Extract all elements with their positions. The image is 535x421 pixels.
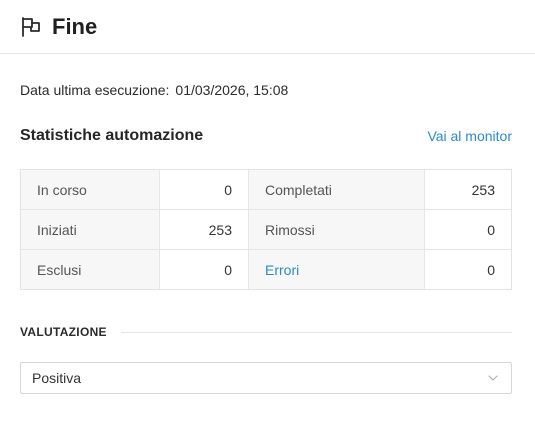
stats-section-header: Statistiche automazione Vai al monitor bbox=[20, 127, 512, 145]
stat-value-in-corso: 0 bbox=[159, 170, 249, 209]
stat-label-iniziati: Iniziati bbox=[21, 210, 159, 249]
stat-label-completati: Completati bbox=[249, 170, 424, 209]
stat-label-rimossi: Rimossi bbox=[249, 210, 424, 249]
stats-table: In corso 0 Completati 253 Iniziati 253 R… bbox=[20, 169, 512, 290]
evaluation-select[interactable]: Positiva bbox=[20, 362, 512, 394]
stat-value-esclusi: 0 bbox=[159, 250, 249, 289]
stat-value-errori: 0 bbox=[424, 250, 511, 289]
evaluation-label: VALUTAZIONE bbox=[20, 325, 107, 339]
stat-value-rimossi: 0 bbox=[424, 210, 511, 249]
stat-link-errori[interactable]: Errori bbox=[249, 250, 424, 289]
stats-row: In corso 0 Completati 253 bbox=[21, 170, 511, 210]
last-run-info: Data ultima esecuzione: 01/03/2026, 15:08 bbox=[20, 82, 288, 98]
page-header: Fine bbox=[0, 0, 535, 54]
stat-label-in-corso: In corso bbox=[21, 170, 159, 209]
last-run-label: Data ultima esecuzione: bbox=[20, 82, 170, 98]
stat-label-esclusi: Esclusi bbox=[21, 250, 159, 289]
flag-icon bbox=[20, 16, 42, 38]
stats-row: Iniziati 253 Rimossi 0 bbox=[21, 210, 511, 250]
monitor-link[interactable]: Vai al monitor bbox=[427, 128, 512, 144]
chevron-down-icon bbox=[487, 372, 499, 384]
last-run-value: 01/03/2026, 15:08 bbox=[175, 82, 289, 98]
evaluation-divider bbox=[120, 331, 512, 333]
stats-row: Esclusi 0 Errori 0 bbox=[21, 250, 511, 289]
stat-value-completati: 253 bbox=[424, 170, 511, 209]
evaluation-section-header: VALUTAZIONE bbox=[20, 325, 512, 339]
stats-section-title: Statistiche automazione bbox=[20, 127, 204, 144]
evaluation-selected-value: Positiva bbox=[32, 370, 82, 386]
stat-value-iniziati: 253 bbox=[159, 210, 249, 249]
page-title: Fine bbox=[52, 13, 98, 39]
